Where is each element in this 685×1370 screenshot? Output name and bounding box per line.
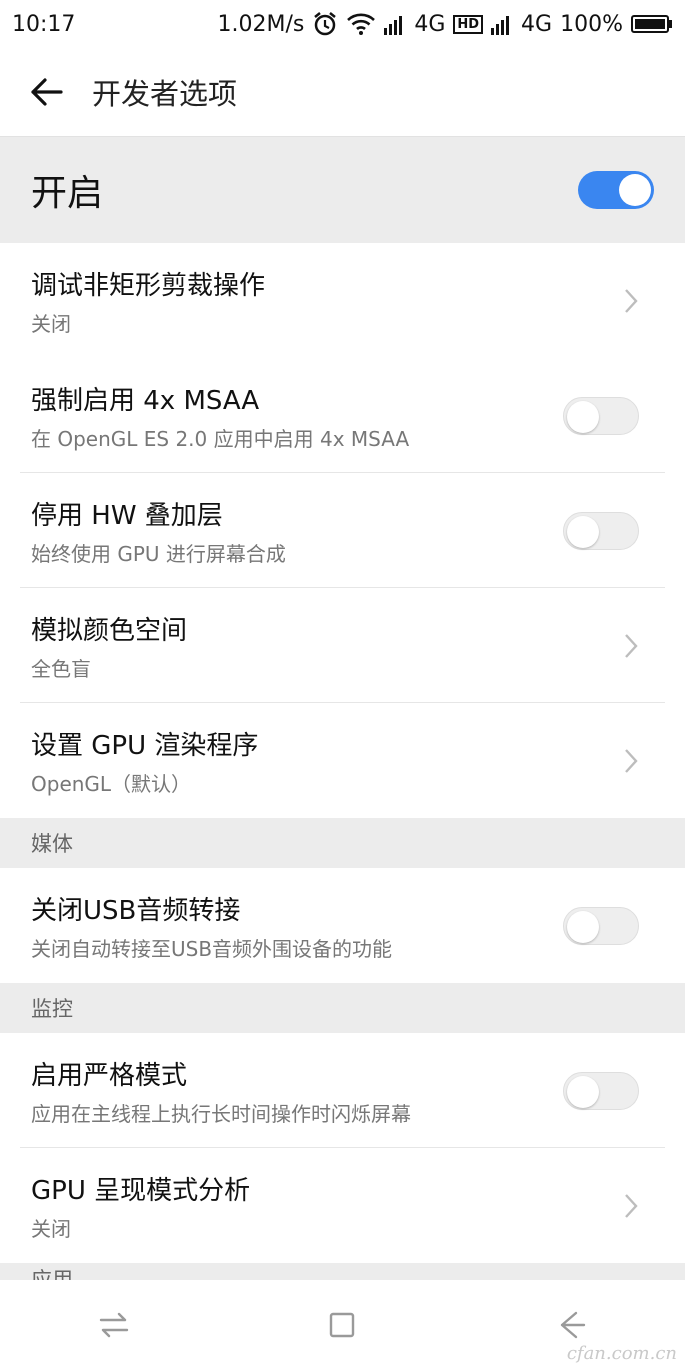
row-title: 强制启用 4x MSAA	[31, 385, 260, 416]
status-bar: 10:17 1.02M/s 4G HD 4G 100%	[0, 0, 685, 48]
list-item-disable-hw-overlays[interactable]: 停用 HW 叠加层 始终使用 GPU 进行屏幕合成	[0, 473, 685, 588]
row-title: 调试非矩形剪裁操作	[31, 270, 266, 301]
toggle-knob	[619, 174, 651, 206]
toggle-knob	[567, 400, 599, 433]
section-header-media: 媒体	[0, 818, 685, 868]
row-title: 模拟颜色空间	[31, 615, 188, 646]
settings-list: 调试非矩形剪裁操作 关闭 强制启用 4x MSAA 在 OpenGL ES 2.…	[0, 243, 685, 1291]
hw-overlay-toggle[interactable]	[563, 511, 639, 550]
arrow-left-icon	[29, 77, 63, 107]
status-time: 10:17	[12, 11, 76, 37]
list-item-simulate-color-space[interactable]: 模拟颜色空间 全色盲	[0, 588, 685, 703]
hd-badge: HD	[453, 14, 484, 34]
chevron-right-icon	[623, 747, 639, 775]
usb-audio-toggle[interactable]	[563, 906, 639, 945]
section-header-monitoring: 监控	[0, 983, 685, 1033]
page-title: 开发者选项	[92, 77, 238, 111]
row-subtitle: 全色盲	[31, 656, 91, 681]
back-button[interactable]	[0, 48, 92, 136]
network-type-2: 4G	[521, 11, 553, 37]
chevron-right-icon	[623, 632, 639, 660]
strict-mode-toggle[interactable]	[563, 1071, 639, 1110]
signal-icon	[384, 13, 406, 35]
toggle-knob	[567, 910, 599, 943]
toggle-knob	[567, 1075, 599, 1108]
chevron-right-icon	[623, 287, 639, 315]
home-button[interactable]	[302, 1285, 382, 1365]
toggle-knob	[567, 515, 599, 548]
switch-apps-icon	[98, 1311, 130, 1339]
list-item-gpu-renderer[interactable]: 设置 GPU 渲染程序 OpenGL（默认）	[0, 703, 685, 818]
battery-percent: 100%	[560, 11, 623, 37]
back-arrow-icon	[556, 1310, 586, 1340]
list-item-disable-usb-audio-routing[interactable]: 关闭USB音频转接 关闭自动转接至USB音频外围设备的功能	[0, 868, 685, 983]
status-right: 1.02M/s 4G HD 4G 100%	[217, 11, 673, 37]
alarm-icon	[312, 11, 338, 37]
list-item-force-4x-msaa[interactable]: 强制启用 4x MSAA 在 OpenGL ES 2.0 应用中启用 4x MS…	[0, 358, 685, 473]
list-item-gpu-profile-rendering[interactable]: GPU 呈现模式分析 关闭	[0, 1148, 685, 1263]
row-subtitle: 在 OpenGL ES 2.0 应用中启用 4x MSAA	[31, 426, 410, 451]
list-item-debug-non-rect-clip[interactable]: 调试非矩形剪裁操作 关闭	[0, 243, 685, 358]
row-title: 关闭USB音频转接	[31, 895, 241, 926]
row-subtitle: 始终使用 GPU 进行屏幕合成	[31, 541, 286, 566]
list-item-strict-mode[interactable]: 启用严格模式 应用在主线程上执行长时间操作时闪烁屏幕	[0, 1033, 685, 1148]
row-title: 启用严格模式	[31, 1060, 188, 1091]
row-title: GPU 呈现模式分析	[31, 1175, 251, 1206]
home-square-icon	[327, 1310, 357, 1340]
row-subtitle: 关闭	[31, 311, 71, 336]
network-speed: 1.02M/s	[217, 11, 305, 37]
row-subtitle: OpenGL（默认）	[31, 771, 192, 796]
row-subtitle: 应用在主线程上执行长时间操作时闪烁屏幕	[31, 1101, 411, 1126]
row-title: 设置 GPU 渲染程序	[31, 730, 259, 761]
app-bar: 开发者选项	[0, 48, 685, 137]
row-title: 停用 HW 叠加层	[31, 500, 223, 531]
watermark: cfan.com.cn	[566, 1343, 677, 1364]
row-subtitle: 关闭	[31, 1216, 71, 1241]
row-subtitle: 关闭自动转接至USB音频外围设备的功能	[31, 936, 393, 961]
chevron-right-icon	[623, 1192, 639, 1220]
recent-apps-button[interactable]	[74, 1285, 154, 1365]
wifi-icon	[346, 12, 376, 36]
battery-icon	[631, 14, 673, 34]
msaa-toggle[interactable]	[563, 396, 639, 435]
master-toggle[interactable]	[578, 171, 654, 209]
developer-options-master-switch: 开启	[0, 137, 685, 243]
network-type-1: 4G	[414, 11, 446, 37]
master-switch-label: 开启	[31, 173, 104, 214]
signal-icon	[491, 13, 513, 35]
